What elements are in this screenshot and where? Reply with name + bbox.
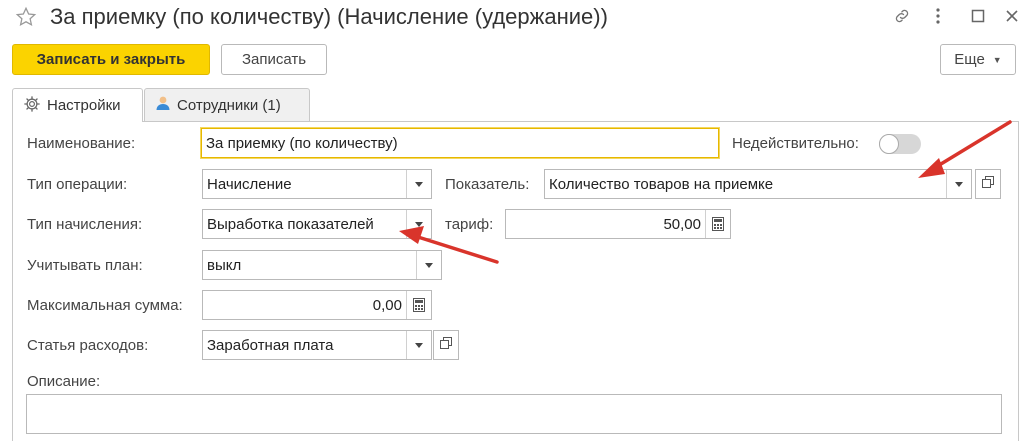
indicator-label: Показатель: [445,176,530,193]
dropdown-arrow-icon[interactable] [406,170,431,198]
expense-label: Статья расходов: [27,337,149,354]
favorite-star-icon[interactable] [15,6,37,33]
dropdown-arrow-icon[interactable] [406,331,431,359]
tariff-input[interactable]: 50,00 [505,209,731,239]
open-window-icon [440,336,452,354]
dropdown-arrow-icon[interactable] [946,170,971,198]
open-expense-button[interactable] [433,330,459,360]
tariff-value: 50,00 [663,215,701,233]
calculator-icon[interactable] [406,291,431,319]
tab-employees-label: Сотрудники (1) [177,96,281,114]
more-actions-button[interactable]: Еще ▼ [940,44,1016,75]
gear-icon [23,95,41,117]
open-indicator-button[interactable] [975,169,1001,199]
save-and-close-button[interactable]: Записать и закрыть [12,44,210,75]
indicator-select[interactable]: Количество товаров на приемке [544,169,972,199]
plan-value: выкл [207,256,242,274]
close-icon[interactable] [1000,4,1024,28]
invalid-label: Недействительно: [732,135,859,152]
calculator-icon[interactable] [705,210,730,238]
maximize-icon[interactable] [966,4,990,28]
tab-employees[interactable]: Сотрудники (1) [144,88,310,122]
accrual-type-value: Выработка показателей [207,215,374,233]
expense-select[interactable]: Заработная плата [202,330,432,360]
toggle-knob [879,134,899,154]
op-type-value: Начисление [207,175,292,193]
tariff-label: тариф: [445,216,494,233]
invalid-toggle[interactable] [879,134,921,154]
open-window-icon [982,175,994,193]
description-label: Описание: [27,373,101,390]
name-label: Наименование: [27,135,136,152]
accrual-type-select[interactable]: Выработка показателей [202,209,432,239]
plan-label: Учитывать план: [27,257,143,274]
chevron-down-icon: ▼ [992,54,1002,65]
expense-value: Заработная плата [207,336,334,354]
op-type-select[interactable]: Начисление [202,169,432,199]
save-button[interactable]: Записать [221,44,327,75]
accrual-type-label: Тип начисления: [27,216,143,233]
more-actions-label: Еще [954,51,985,68]
name-input[interactable]: За приемку (по количеству) [201,128,719,158]
op-type-label: Тип операции: [27,176,128,193]
link-icon[interactable] [890,4,914,28]
tab-settings[interactable]: Настройки [12,88,143,122]
plan-select[interactable]: выкл [202,250,442,280]
name-value: За приемку (по количеству) [206,134,398,152]
tab-settings-label: Настройки [47,97,121,114]
max-sum-value: 0,00 [372,296,402,314]
dropdown-arrow-icon[interactable] [416,251,441,279]
description-textarea[interactable] [26,394,1002,434]
dropdown-arrow-icon[interactable] [406,210,431,238]
window-title: За приемку (по количеству) (Начисление (… [50,4,608,29]
more-menu-icon[interactable] [926,4,950,28]
indicator-value: Количество товаров на приемке [549,175,774,193]
max-sum-label: Максимальная сумма: [27,297,183,314]
user-icon [155,95,171,115]
max-sum-input[interactable]: 0,00 [202,290,432,320]
